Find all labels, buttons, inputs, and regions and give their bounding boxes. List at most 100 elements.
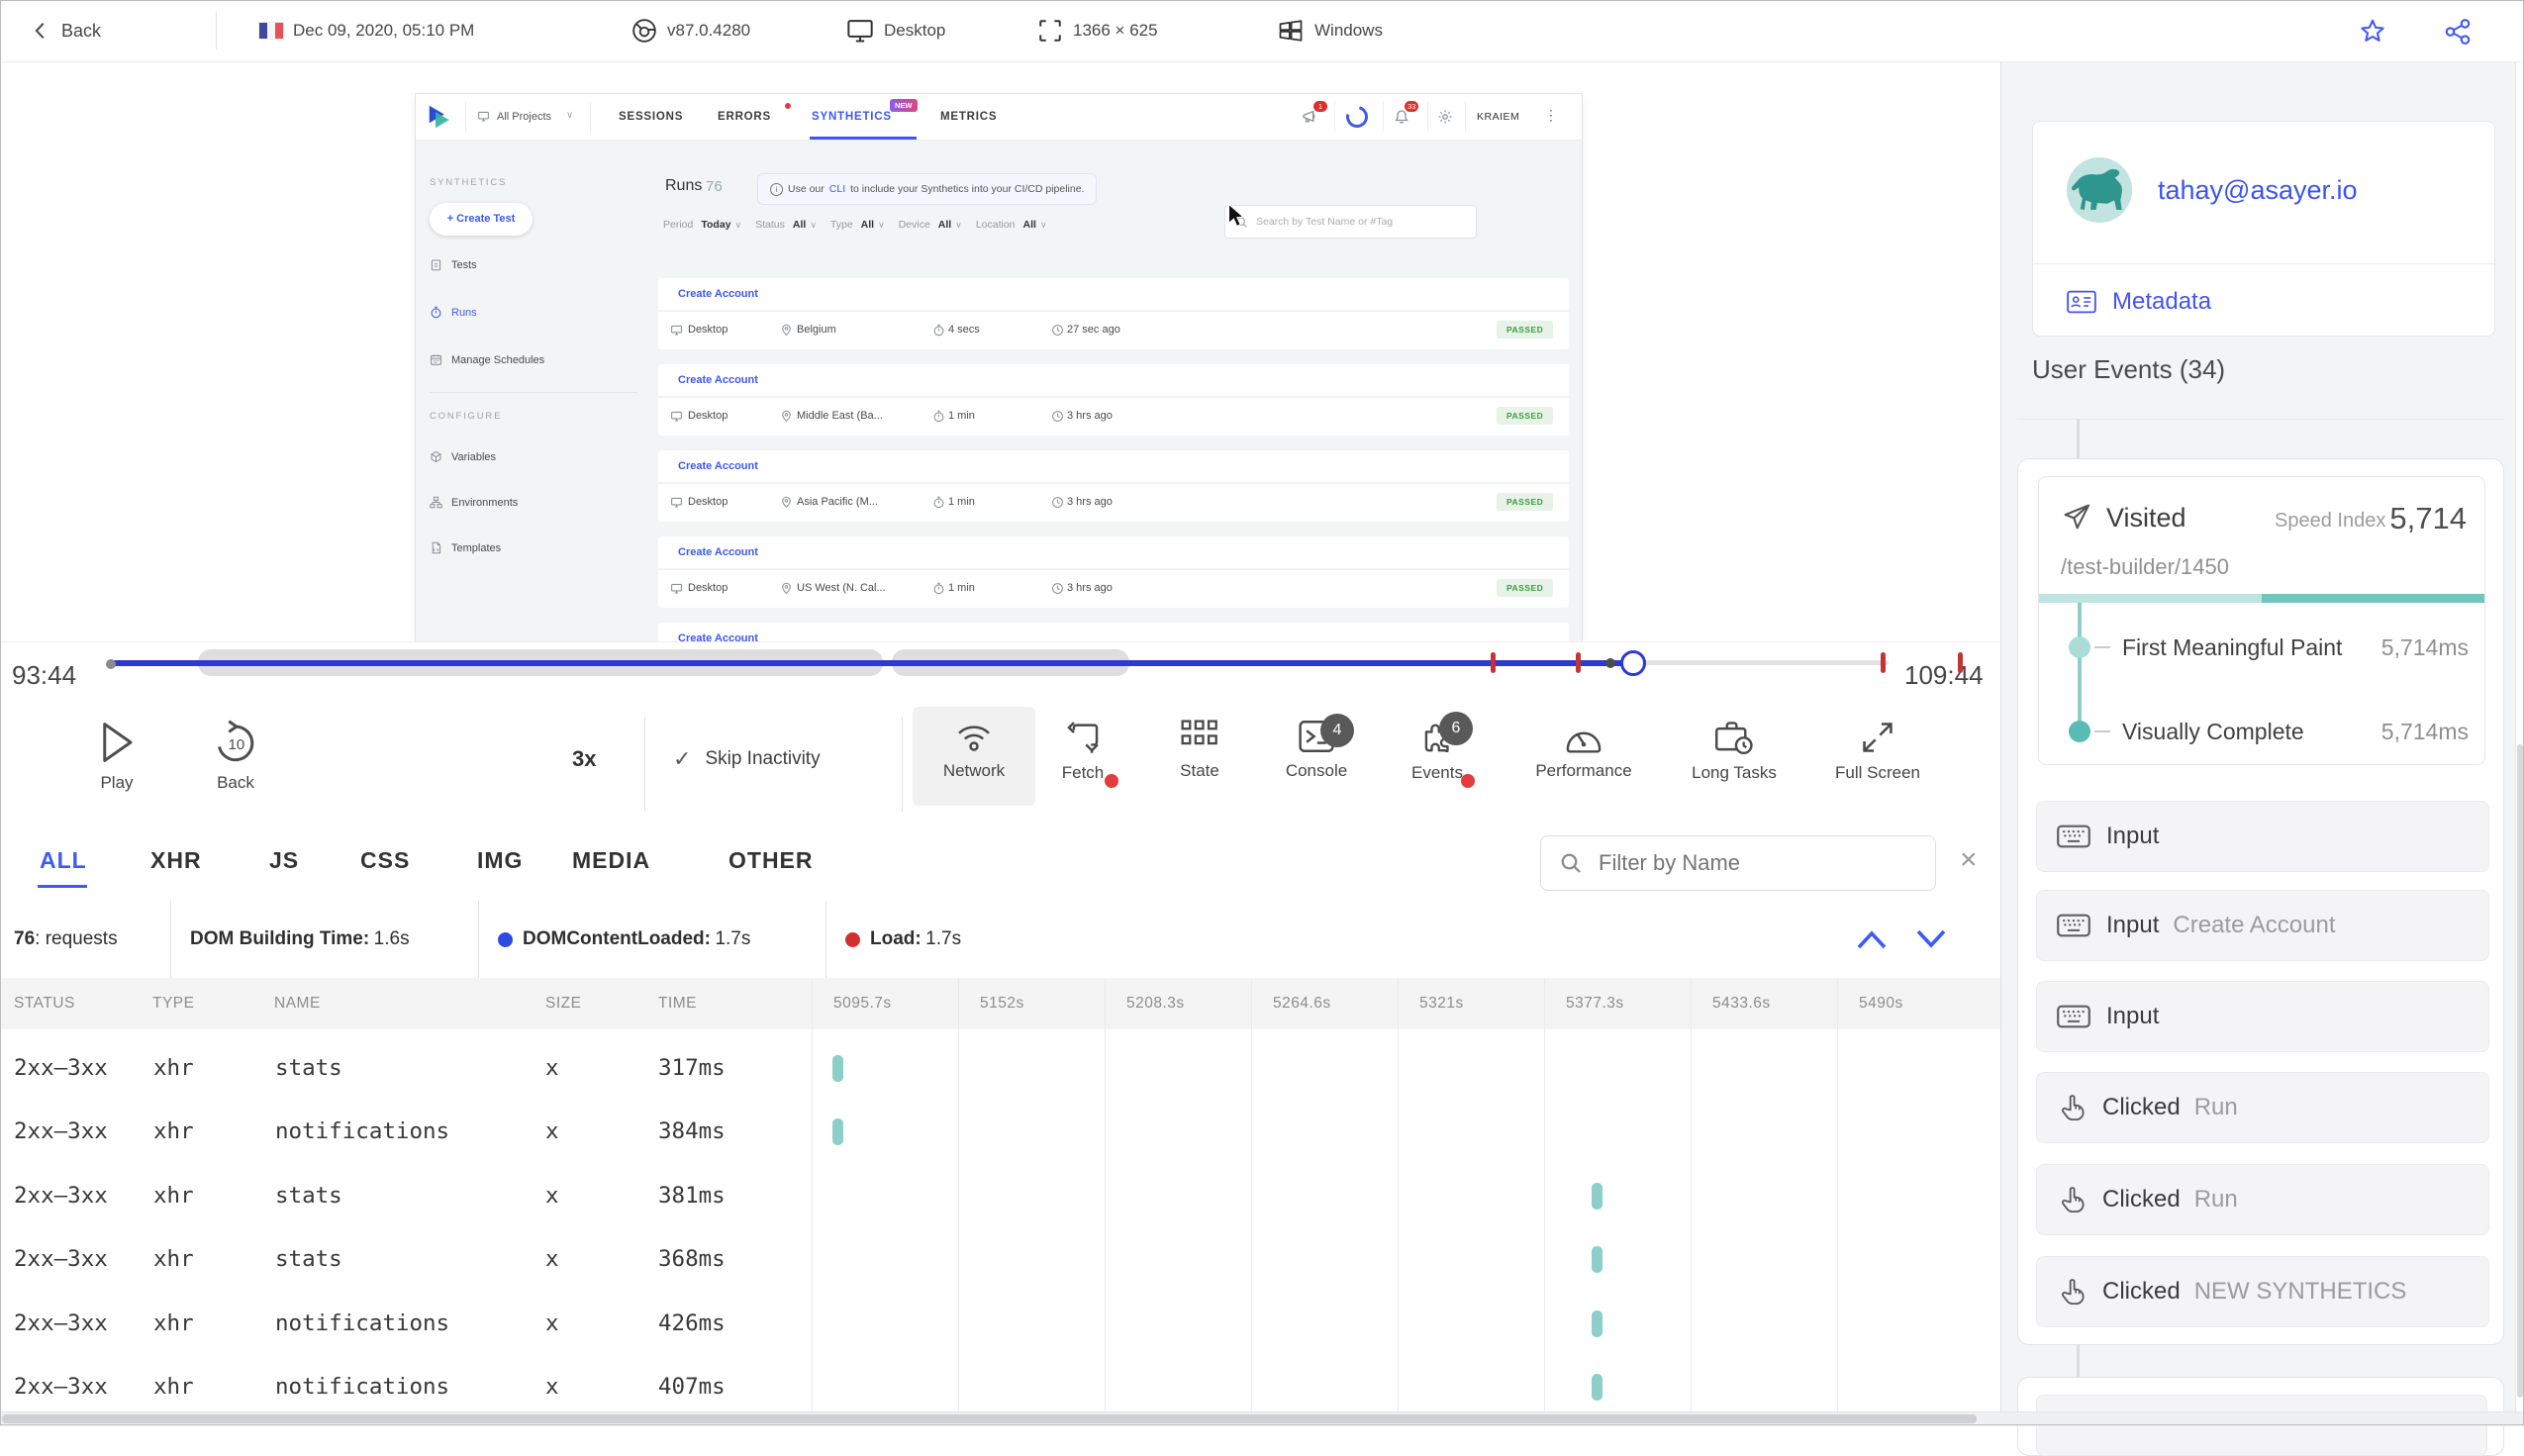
dom-building-value: 1.6s (373, 928, 410, 949)
hyena-avatar-icon (2072, 168, 2122, 210)
tab-js[interactable]: JS (269, 847, 299, 874)
run-ago: 3 hrs ago (1067, 582, 1113, 594)
event-item-clicked[interactable]: Clicked Run (2036, 1164, 2489, 1235)
timeline[interactable]: 93:44 109:44 (0, 641, 2000, 708)
pin-icon (780, 582, 793, 595)
file-icon (430, 541, 442, 554)
tab-css[interactable]: CSS (360, 847, 410, 874)
console-button[interactable]: Console 4 (1255, 714, 1378, 781)
share-button[interactable] (2443, 17, 2473, 47)
fetch-alert-dot (1105, 774, 1118, 788)
long-tasks-button[interactable]: Long Tasks (1673, 719, 1796, 783)
filter-value: All (937, 219, 952, 231)
play-button[interactable]: Play (55, 719, 178, 793)
run-status-badge: PASSED (1497, 493, 1554, 511)
network-row[interactable]: 2xx–3xx xhr notifications x 407ms (0, 1356, 2000, 1418)
jump-up-icon[interactable] (1855, 925, 1889, 953)
event-item-input[interactable]: Input (2036, 981, 2489, 1052)
replay-cursor (1227, 203, 1245, 228)
network-table-header: STATUS TYPE NAME SIZE TIME 5095.7s 5152s… (0, 978, 2000, 1029)
scrollbar-thumb[interactable] (2517, 744, 2523, 1398)
cube-icon (430, 450, 442, 463)
event-item-input[interactable]: Input Create Account (2036, 890, 2489, 961)
network-row[interactable]: 2xx–3xx xhr stats x 381ms (0, 1165, 2000, 1227)
app-sidebar-schedules: Manage Schedules (430, 353, 544, 366)
back-10-button[interactable]: 10 Back (174, 719, 297, 793)
long-tasks-icon (1715, 722, 1753, 755)
col-size: SIZE (545, 995, 582, 1012)
vc-value: 5,714ms (2380, 719, 2469, 744)
divider (2017, 419, 2504, 420)
back-button[interactable]: Back (30, 0, 101, 61)
load-value: 1.7s (925, 928, 962, 949)
info-icon: i (770, 182, 783, 196)
metadata-label: Metadata (2112, 288, 2212, 315)
filter-input[interactable] (1597, 849, 1897, 877)
run-status-badge: PASSED (1497, 407, 1554, 425)
divider (1427, 102, 1428, 132)
app-user-name: KRAIEM (1477, 111, 1520, 123)
favorite-button[interactable] (2358, 17, 2387, 47)
keyboard-icon (2057, 1004, 2090, 1029)
divider (1465, 102, 1466, 132)
time-col: 5433.6s (1712, 995, 1771, 1012)
stopwatch-icon (932, 496, 945, 509)
run-device: Desktop (688, 410, 728, 422)
divider (430, 392, 637, 393)
app-sidebar-section: SYNTHETICS (430, 177, 508, 188)
tab-other[interactable]: OTHER (728, 847, 814, 874)
keyboard-icon (2057, 913, 2090, 938)
clock-icon (1051, 496, 1064, 509)
jump-down-icon[interactable] (1914, 925, 1948, 953)
fetch-button[interactable]: Fetch (1021, 719, 1144, 788)
close-icon[interactable]: × (1960, 845, 1978, 875)
share-icon (2445, 19, 2471, 45)
run-name-link: Create Account (678, 632, 758, 641)
network-row[interactable]: 2xx–3xx xhr notifications x 384ms (0, 1101, 2000, 1163)
metadata-button[interactable]: Metadata (2067, 288, 2211, 316)
event-item-clicked[interactable]: Clicked NEW SYNTHETICS (2036, 1256, 2489, 1327)
pin-icon (780, 496, 793, 509)
performance-button[interactable]: Performance (1522, 719, 1645, 781)
event-item-input[interactable]: Input (2036, 801, 2489, 872)
tab-media[interactable]: MEDIA (572, 847, 650, 874)
back-label: Back (61, 20, 102, 41)
app-header: All Projects ∨ SESSIONS ERRORS SYNTHETIC… (416, 94, 1582, 141)
horizontal-scrollbar-thumb[interactable] (2, 1413, 1977, 1423)
errors-dot (785, 103, 791, 109)
vertical-scrollbar[interactable] (2515, 61, 2524, 1411)
clock-icon (1051, 324, 1064, 337)
requests-count: 76 (14, 928, 36, 949)
network-button[interactable]: Network (913, 719, 1035, 781)
paper-plane-icon (2064, 504, 2090, 530)
device-label: Desktop (884, 21, 946, 40)
banner-suffix: to include your Synthetics into your CI/… (850, 183, 1085, 195)
speed-toggle[interactable]: 3x (572, 746, 596, 772)
tab-all[interactable]: ALL (40, 847, 87, 874)
events-button[interactable]: Events 6 (1376, 712, 1499, 788)
filter-label: Type (829, 219, 853, 231)
network-row[interactable]: 2xx–3xx xhr notifications x 426ms (0, 1293, 2000, 1355)
network-row[interactable]: 2xx–3xx xhr stats x 317ms (0, 1037, 2000, 1100)
request-timing-bar (832, 1055, 843, 1082)
pin-icon (780, 324, 793, 337)
full-screen-button[interactable]: Full Screen (1816, 719, 1939, 783)
tab-xhr[interactable]: XHR (150, 847, 202, 874)
state-button[interactable]: State (1138, 719, 1261, 781)
check-icon: ✓ (673, 746, 692, 771)
monitor-icon (670, 324, 683, 337)
browser-version-label: v87.0.4280 (667, 21, 751, 40)
replay-stage: All Projects ∨ SESSIONS ERRORS SYNTHETIC… (0, 61, 2000, 641)
star-icon (2361, 19, 2384, 42)
playhead[interactable] (1620, 649, 1646, 676)
skip-inactivity-toggle[interactable]: ✓ Skip Inactivity (673, 746, 821, 772)
event-item-clicked[interactable]: Clicked Run (2036, 1072, 2489, 1143)
filter-box[interactable] (1540, 835, 1936, 891)
visited-event-card[interactable]: Visited Speed Index 5,714 /test-builder/… (2038, 476, 2485, 765)
network-row[interactable]: 2xx–3xx xhr stats x 368ms (0, 1228, 2000, 1291)
user-events-title: User Events (34) (2032, 354, 2226, 384)
tab-img[interactable]: IMG (477, 847, 523, 874)
monitor-icon (847, 20, 873, 43)
col-type: TYPE (152, 995, 195, 1012)
stopwatch-icon (932, 582, 945, 595)
